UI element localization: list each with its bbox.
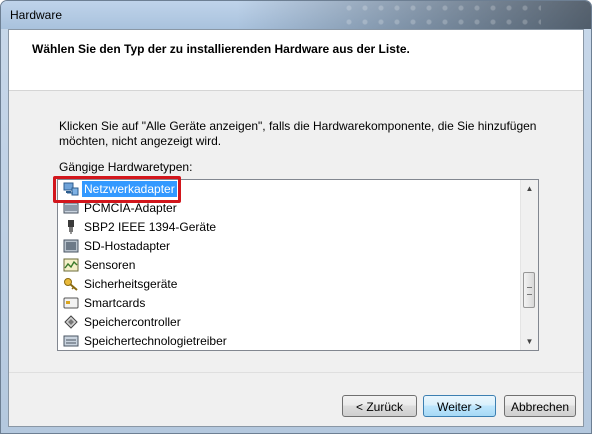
list-item-label: Speichertechnologietreiber — [84, 334, 227, 348]
wizard-header-title: Wählen Sie den Typ der zu installierende… — [32, 42, 410, 56]
sensor-icon — [63, 258, 79, 272]
hardware-types-items: Netzwerkadapter PCMCIA-Adapter SBP2 IEEE… — [58, 180, 521, 350]
window-title: Hardware — [10, 8, 63, 22]
hardware-types-list[interactable]: Netzwerkadapter PCMCIA-Adapter SBP2 IEEE… — [57, 179, 539, 351]
sd-host-icon — [63, 239, 79, 253]
list-item-label: SD-Hostadapter — [84, 239, 171, 253]
instruction-text: Klicken Sie auf "Alle Geräte anzeigen", … — [59, 119, 537, 148]
list-item-smartcards[interactable]: Smartcards — [58, 294, 521, 313]
footer-divider — [9, 372, 583, 373]
list-item-sensoren[interactable]: Sensoren — [58, 256, 521, 275]
title-bar-decoration — [341, 1, 541, 29]
storage-driver-icon — [63, 335, 79, 347]
scroll-down-icon[interactable]: ▼ — [521, 333, 538, 350]
scroll-thumb[interactable] — [523, 272, 535, 308]
list-item-speichercontroller[interactable]: Speichercontroller — [58, 313, 521, 332]
back-button[interactable]: < Zurück — [342, 395, 417, 417]
list-item-label: SBP2 IEEE 1394-Geräte — [84, 220, 217, 234]
scroll-up-icon[interactable]: ▲ — [521, 180, 538, 197]
hardware-types-label: Gängige Hardwaretypen: — [59, 160, 193, 174]
list-item-label: Sicherheitsgeräte — [84, 277, 178, 291]
list-item-sbp2-ieee1394[interactable]: SBP2 IEEE 1394-Geräte — [58, 218, 521, 237]
list-item-sd-hostadapter[interactable]: SD-Hostadapter — [58, 237, 521, 256]
cancel-button[interactable]: Abbrechen — [504, 395, 576, 417]
list-item-label: Smartcards — [84, 296, 146, 310]
pcmcia-icon — [63, 202, 79, 214]
ieee1394-icon — [68, 220, 74, 234]
list-item-speichertechnologietreiber[interactable]: Speichertechnologietreiber — [58, 332, 521, 350]
list-item-label: Sensoren — [84, 258, 136, 272]
title-bar[interactable]: Hardware — [1, 1, 591, 29]
next-button[interactable]: Weiter > — [423, 395, 496, 417]
selection-highlight-frame — [53, 176, 181, 203]
hardware-wizard-window: Hardware Wählen Sie den Typ der zu insta… — [0, 0, 592, 434]
wizard-header: Wählen Sie den Typ der zu installierende… — [9, 30, 583, 91]
key-icon — [64, 278, 78, 291]
wizard-client-area: Wählen Sie den Typ der zu installierende… — [8, 29, 584, 427]
list-item-sicherheitsgeraete[interactable]: Sicherheitsgeräte — [58, 275, 521, 294]
list-scrollbar[interactable]: ▲ ▼ — [520, 180, 538, 350]
list-item-label: Speichercontroller — [84, 315, 181, 329]
smartcard-icon — [63, 297, 79, 309]
storage-controller-icon — [64, 315, 78, 329]
